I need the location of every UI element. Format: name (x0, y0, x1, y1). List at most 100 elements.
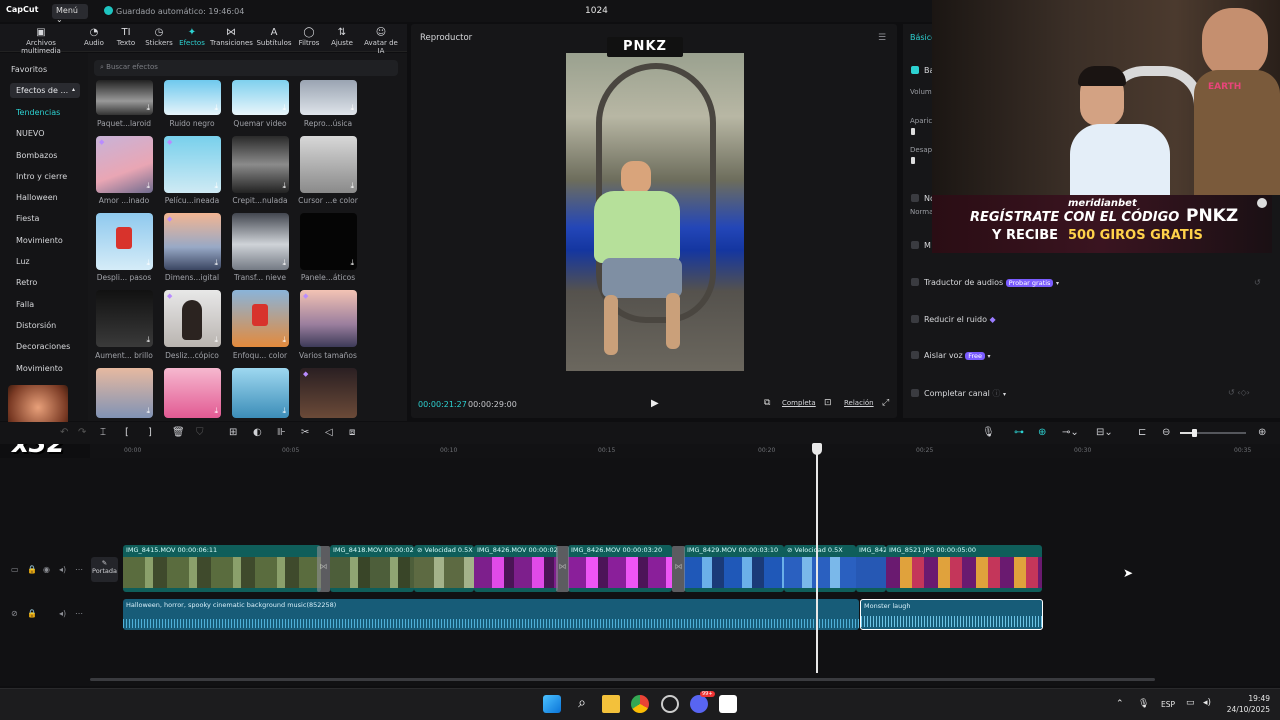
crop-icon[interactable]: ⧉ (764, 398, 770, 408)
effect-thumb[interactable]: ◆ ⤓ (96, 136, 153, 193)
effect-thumb[interactable]: ⤓ (96, 213, 153, 270)
audio-clip[interactable]: Halloween, horror, spooky cinematic back… (123, 599, 859, 630)
link-icon[interactable]: ⊸⌄ (1062, 427, 1079, 438)
freeze-frame-icon[interactable]: ⊞ (229, 427, 237, 438)
sidebar-item-glitch[interactable]: Falla (16, 300, 34, 309)
tool-subtitles[interactable]: A Subtítulos (256, 27, 292, 47)
sidebar-item-new[interactable]: NUEVO (16, 129, 45, 138)
option-isolate-voice[interactable]: Aislar voz Free ▾ (911, 351, 991, 360)
system-clock[interactable]: 19:49 24/10/2025 (1226, 693, 1270, 715)
file-explorer-icon[interactable] (602, 695, 620, 713)
volume-icon[interactable]: ◂) (1203, 698, 1211, 708)
delete-icon[interactable]: 🗑 (172, 427, 185, 438)
aspect-ratio-button[interactable]: Relación (844, 399, 874, 407)
effect-thumb[interactable]: ◆ ⤓ (164, 136, 221, 193)
chrome-icon[interactable] (631, 695, 649, 713)
transition-marker[interactable]: ⋈ (317, 546, 330, 592)
tool-ai-avatar[interactable]: ☺ Avatar de IA (360, 27, 402, 55)
undo-icon[interactable]: ↶ (60, 427, 68, 438)
mask-icon[interactable]: ◐ (253, 427, 262, 438)
obs-icon[interactable] (661, 695, 679, 713)
video-clip[interactable]: IMG_8521.JPG 00:00:05:00 (886, 545, 1042, 592)
split-left-icon[interactable]: [ (125, 427, 129, 438)
effect-thumb[interactable]: ⤓ (232, 213, 289, 270)
more-icon[interactable]: ⋯ (75, 565, 83, 574)
sidebar-item-party[interactable]: Fiesta (16, 214, 39, 223)
speaker-icon[interactable]: ◂) (59, 609, 66, 618)
effect-thumb[interactable]: ⤓ (232, 290, 289, 347)
effect-thumb[interactable]: ⤓ (300, 80, 357, 115)
transition-marker[interactable]: ⋈ (556, 546, 569, 592)
search-icon[interactable]: ⌕ (573, 695, 591, 713)
effect-thumb[interactable]: ⤓ (300, 136, 357, 193)
video-clip[interactable]: IMG_8429.MOV 00:00:03:10 (684, 545, 784, 592)
timeline-scrollbar[interactable] (90, 678, 1155, 681)
windows-start-icon[interactable] (543, 695, 561, 713)
audio-clip-selected[interactable]: Monster laugh (860, 599, 1043, 630)
effect-thumb[interactable]: ⤓ (232, 136, 289, 193)
zoom-in-icon[interactable]: ⊕ (1258, 427, 1266, 438)
sidebar-item-distortion[interactable]: Distorsión (16, 321, 56, 330)
sidebar-item-video-effects[interactable]: Efectos de ... ▴ (10, 83, 80, 98)
effect-thumb[interactable]: ⤓ (96, 80, 153, 115)
playhead[interactable] (816, 443, 818, 673)
option-m[interactable]: M (911, 241, 931, 250)
sidebar-item-light[interactable]: Luz (16, 257, 30, 266)
lock-icon[interactable]: 🔒 (27, 609, 37, 618)
effect-thumb[interactable]: ◆ (300, 368, 357, 418)
tool-effects[interactable]: ✦ Efectos (179, 27, 205, 47)
track-hide-icon[interactable]: ▭ (11, 565, 19, 574)
search-input[interactable]: ⌕ Buscar efectos (94, 60, 398, 76)
video-clip[interactable]: IMG_8415.MOV 00:00:06:11 (123, 545, 321, 592)
tool-filters[interactable]: ◯ Filtros (297, 27, 321, 47)
network-icon[interactable]: ▭ (1186, 698, 1195, 708)
tool-audio[interactable]: ◔ Audio (82, 27, 106, 47)
fade-in-slider[interactable] (911, 128, 915, 135)
screenshot-icon[interactable]: ⊡ (824, 398, 832, 408)
option-basic-toggle[interactable]: Ba (911, 66, 934, 75)
effect-thumb[interactable]: ⤓ (300, 213, 357, 270)
player-menu-icon[interactable]: ☰ (878, 33, 886, 43)
fade-out-slider[interactable] (911, 157, 915, 164)
audio-split-icon[interactable]: ◁ (325, 427, 333, 438)
play-button[interactable]: ▶ (651, 398, 659, 409)
effect-thumb[interactable]: ⤓ (96, 290, 153, 347)
video-clip[interactable]: ⊘ Velocidad 0.5X (784, 545, 856, 592)
transition-marker[interactable]: ⋈ (672, 546, 685, 592)
crop-frame-icon[interactable]: ⧈ (349, 427, 355, 438)
tool-text[interactable]: TI Texto (114, 27, 138, 47)
sidebar-item-hits[interactable]: Bombazos (16, 151, 57, 160)
capcut-icon[interactable] (719, 695, 737, 713)
split-icon[interactable]: ⌶ (100, 427, 106, 438)
auto-snap-icon[interactable]: ⊕ (1038, 427, 1046, 438)
caption-icon[interactable]: ⊏ (1138, 427, 1146, 438)
sidebar-item-retro[interactable]: Retro (16, 278, 37, 287)
option-fill-channel[interactable]: Completar canal ⓘ ▾ (911, 388, 1006, 399)
microphone-icon[interactable]: 🎙 (982, 427, 995, 438)
sidebar-item-intro[interactable]: Intro y cierre (16, 172, 67, 181)
effect-thumb[interactable]: ⤓ (232, 368, 289, 418)
main-track-magnet-icon[interactable]: ⊶ (1014, 427, 1024, 438)
effect-thumb[interactable]: ◆ ⤓ (164, 290, 221, 347)
language-indicator[interactable]: ESP (1161, 700, 1175, 709)
quality-button[interactable]: Completa (782, 399, 816, 407)
lock-icon[interactable]: 🔒 (27, 565, 37, 574)
sidebar-item-halloween[interactable]: Halloween (16, 193, 58, 202)
zoom-out-icon[interactable]: ⊖ (1162, 427, 1170, 438)
adjust-sliders-icon[interactable]: ⊪ (277, 427, 286, 438)
reset-icon[interactable]: ↺ (1254, 278, 1261, 287)
option-audio-translator[interactable]: Traductor de audios Probar gratis ▾ (911, 278, 1059, 287)
video-clip[interactable]: IMG_8418.MOV 00:00:02 (330, 545, 414, 592)
sidebar-item-decorations[interactable]: Decoraciones (16, 342, 70, 351)
more-icon[interactable]: ⋯ (75, 609, 83, 618)
effect-thumb[interactable]: ⤓ (96, 368, 153, 418)
sidebar-item-motion-2[interactable]: Movimiento (16, 364, 63, 373)
sidebar-item-favorites[interactable]: Favoritos (11, 65, 47, 74)
effect-thumb[interactable]: ◆ ⤓ (164, 213, 221, 270)
tool-stickers[interactable]: ◷ Stickers (145, 27, 173, 47)
shield-icon[interactable]: ⛉ (196, 427, 204, 438)
tool-media[interactable]: ▣ Archivos multimedia (8, 27, 74, 55)
eye-icon[interactable]: ◉ (43, 565, 50, 574)
speaker-icon[interactable]: ◂) (59, 565, 66, 574)
auto-cut-icon[interactable]: ✂ (301, 427, 309, 438)
